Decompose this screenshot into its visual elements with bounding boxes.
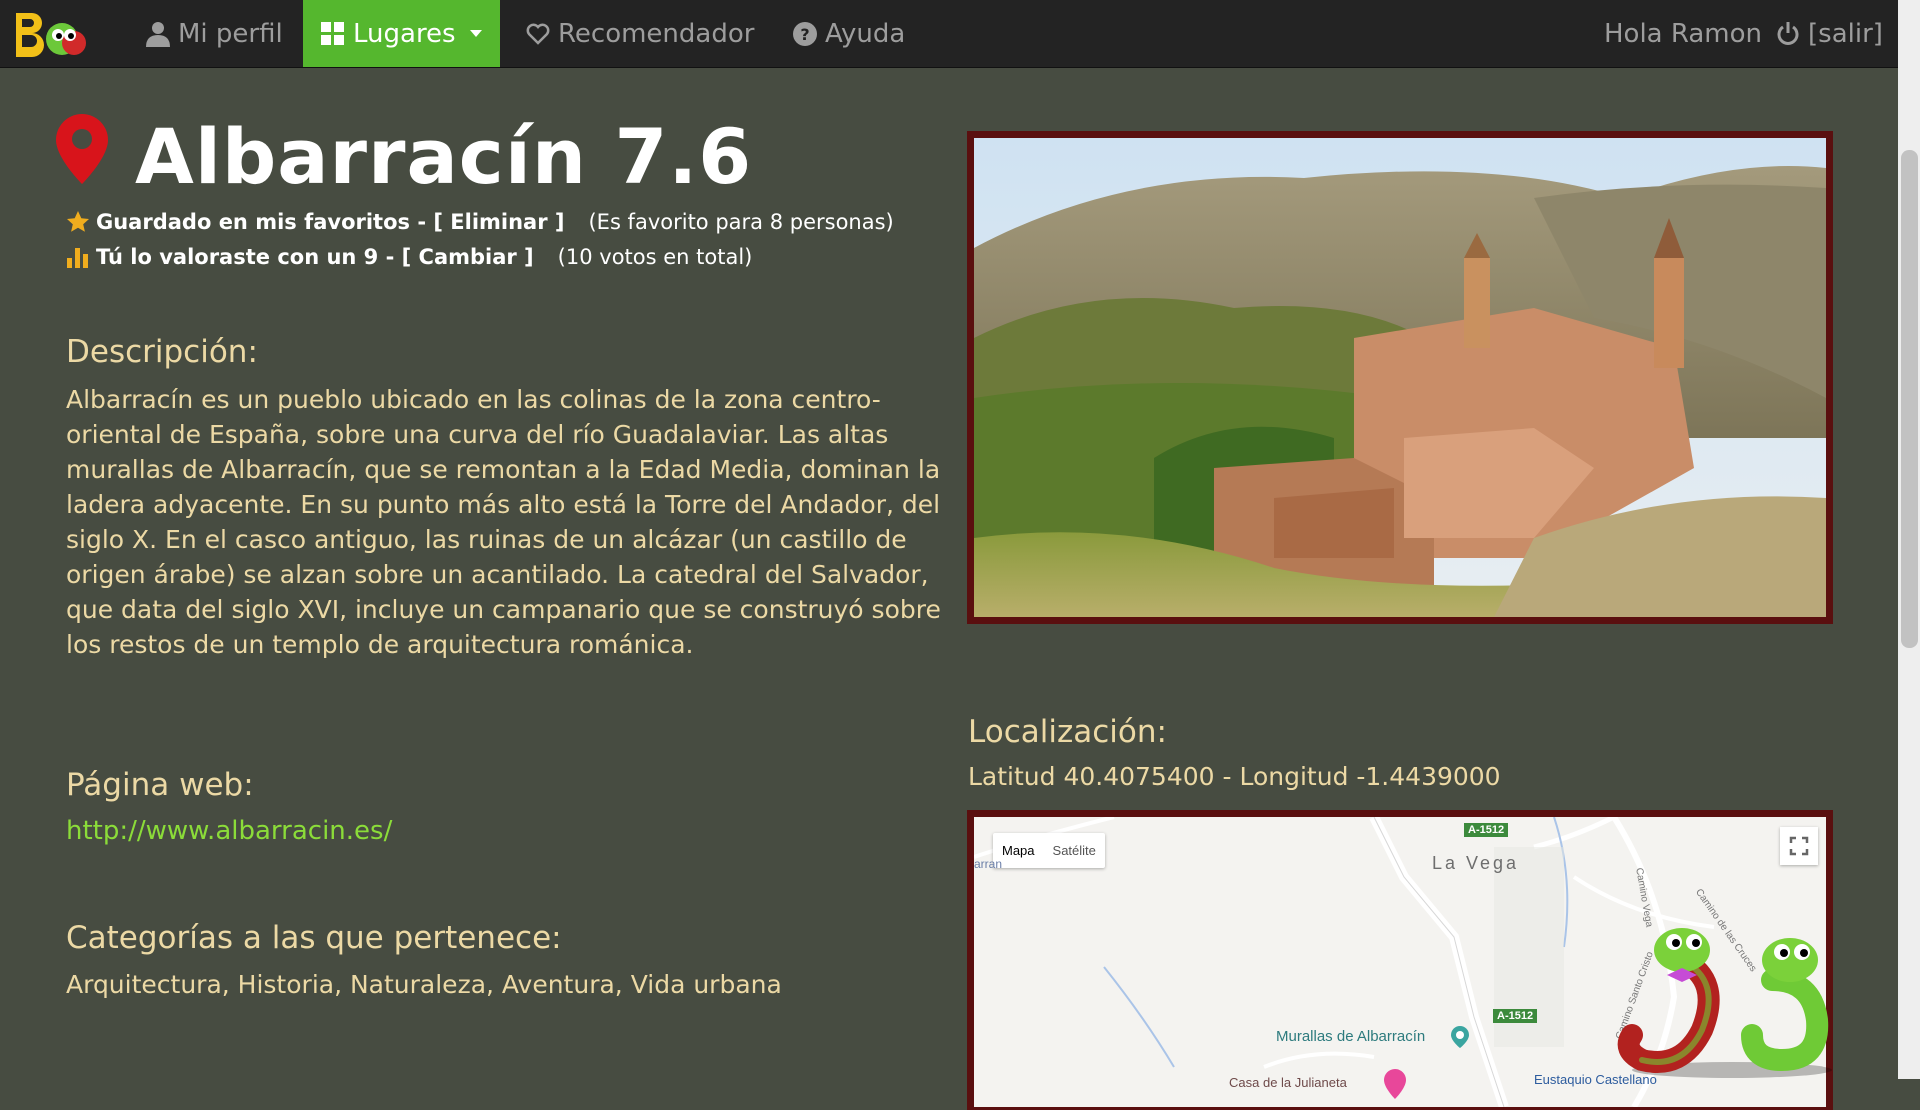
snake-mascot-icon bbox=[1617, 928, 1832, 1078]
question-circle-icon: ? bbox=[793, 21, 817, 46]
nav-help[interactable]: ? Ayuda bbox=[793, 0, 905, 67]
scrollbar-track[interactable] bbox=[1898, 0, 1920, 1079]
logout-link[interactable]: [salir] bbox=[1776, 0, 1883, 67]
coordinates-text: Latitud 40.4075400 - Longitud -1.4439000 bbox=[968, 762, 1501, 791]
categories-heading: Categorías a las que pertenece: bbox=[66, 920, 562, 956]
photo-frame bbox=[967, 131, 1833, 624]
location-heading: Localización: bbox=[968, 714, 1167, 750]
top-navbar: Mi perfil Lugares Recomendador ? Ayuda H… bbox=[0, 0, 1898, 68]
greeting: Hola Ramon bbox=[1604, 0, 1762, 67]
svg-text:?: ? bbox=[800, 25, 809, 44]
map-label-casa[interactable]: Casa de la Julianeta bbox=[1229, 1075, 1347, 1090]
satellite-button[interactable]: Satélite bbox=[1044, 833, 1105, 868]
map-label-partial: arran bbox=[974, 857, 1003, 871]
description-text: Albarracín es un pueblo ubicado en las c… bbox=[66, 385, 941, 659]
nav-recommender-label: Recomendador bbox=[558, 18, 755, 49]
nav-places-label: Lugares bbox=[353, 18, 456, 49]
map-pin-icon bbox=[56, 114, 108, 184]
chevron-down-icon bbox=[469, 30, 482, 37]
map-label-murallas[interactable]: Murallas de Albarracín bbox=[1276, 1028, 1425, 1045]
categories-list: Arquitectura, Historia, Naturaleza, Aven… bbox=[66, 970, 782, 999]
website-link[interactable]: http://www.albarracin.es/ bbox=[66, 816, 392, 846]
greeting-text: Hola Ramon bbox=[1604, 18, 1763, 49]
page-title: Albarracín 7.6 bbox=[135, 112, 753, 201]
nav-profile-label: Mi perfil bbox=[178, 18, 283, 49]
nav-places[interactable]: Lugares bbox=[303, 0, 500, 67]
fullscreen-icon bbox=[1789, 836, 1809, 856]
rating-status: Tú lo valoraste con un 9 - [ Cambiar ] (… bbox=[66, 245, 752, 269]
map-label-vega: La Vega bbox=[1432, 853, 1520, 873]
road-badge: A-1512 bbox=[1493, 1009, 1538, 1023]
star-icon bbox=[67, 211, 89, 232]
place-photo bbox=[974, 138, 1826, 617]
road-badge: A-1512 bbox=[1464, 823, 1509, 837]
nav-recommender[interactable]: Recomendador bbox=[526, 0, 754, 67]
power-icon bbox=[1777, 21, 1799, 45]
user-icon bbox=[146, 21, 170, 47]
favorite-status: Guardado en mis favoritos - [ Eliminar ]… bbox=[66, 210, 894, 234]
favorite-label[interactable]: Guardado en mis favoritos - [ Eliminar ] bbox=[96, 210, 564, 234]
location-marker-icon[interactable] bbox=[1384, 1069, 1406, 1099]
fullscreen-button[interactable] bbox=[1780, 827, 1818, 865]
rating-label[interactable]: Tú lo valoraste con un 9 - [ Cambiar ] bbox=[96, 245, 534, 269]
logout-label: [salir] bbox=[1808, 18, 1883, 49]
nav-help-label: Ayuda bbox=[825, 18, 906, 49]
attraction-marker-icon[interactable] bbox=[1451, 1026, 1469, 1048]
scrollbar-thumb[interactable] bbox=[1901, 150, 1918, 648]
description-heading: Descripción: bbox=[66, 334, 258, 370]
site-logo[interactable] bbox=[12, 9, 90, 59]
rating-count: (10 votos en total) bbox=[557, 245, 753, 269]
bar-chart-icon bbox=[67, 248, 88, 268]
web-heading: Página web: bbox=[66, 767, 254, 803]
heart-icon bbox=[526, 23, 550, 45]
map-type-control: Mapa Satélite bbox=[993, 833, 1105, 868]
nav-profile[interactable]: Mi perfil bbox=[146, 0, 283, 67]
grid-icon bbox=[321, 21, 344, 45]
favorite-count: (Es favorito para 8 personas) bbox=[588, 210, 894, 234]
